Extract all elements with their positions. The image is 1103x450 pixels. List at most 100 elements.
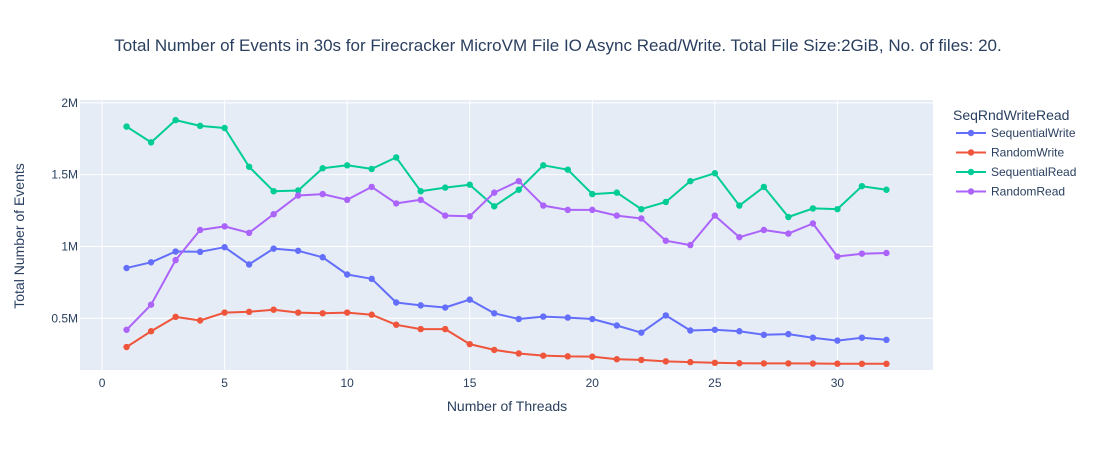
data-point-RandomWrite[interactable]: [638, 356, 645, 364]
data-point-SequentialWrite[interactable]: [883, 336, 890, 344]
data-point-SequentialWrite[interactable]: [319, 254, 326, 261]
data-point-SequentialWrite[interactable]: [442, 304, 449, 311]
plot-area[interactable]: 0 5 10 15 20 25 30 0.5M 1M 1.5M 2M: [51, 96, 933, 390]
data-point-SequentialWrite[interactable]: [711, 326, 719, 333]
data-point-RandomWrite[interactable]: [736, 360, 743, 367]
data-point-RandomRead[interactable]: [540, 202, 547, 209]
data-point-RandomRead[interactable]: [760, 226, 768, 234]
data-point-RandomRead[interactable]: [613, 212, 621, 219]
data-point-RandomRead[interactable]: [123, 326, 130, 333]
data-point-RandomRead[interactable]: [638, 215, 645, 222]
legend[interactable]: SeqRndWriteRead SequentialWrite RandomWri…: [953, 107, 1076, 199]
data-point-SequentialWrite[interactable]: [343, 271, 351, 278]
data-point-RandomRead[interactable]: [711, 212, 719, 219]
data-point-SequentialRead[interactable]: [442, 184, 449, 191]
data-point-SequentialWrite[interactable]: [270, 245, 277, 252]
data-point-SequentialWrite[interactable]: [123, 264, 130, 272]
data-point-SequentialRead[interactable]: [736, 202, 743, 209]
data-point-SequentialWrite[interactable]: [221, 244, 228, 251]
data-point-SequentialRead[interactable]: [785, 213, 792, 221]
data-point-SequentialRead[interactable]: [834, 205, 841, 213]
data-point-RandomRead[interactable]: [392, 200, 400, 207]
data-point-RandomRead[interactable]: [368, 183, 375, 191]
data-point-RandomWrite[interactable]: [294, 309, 302, 316]
data-point-RandomRead[interactable]: [785, 230, 792, 237]
data-point-SequentialWrite[interactable]: [417, 302, 424, 309]
data-point-SequentialRead[interactable]: [564, 166, 571, 173]
data-point-RandomRead[interactable]: [564, 206, 571, 214]
data-point-SequentialRead[interactable]: [466, 181, 473, 188]
data-point-RandomRead[interactable]: [343, 196, 351, 204]
data-point-RandomRead[interactable]: [442, 212, 449, 219]
data-point-RandomWrite[interactable]: [613, 356, 621, 363]
data-point-RandomRead[interactable]: [809, 220, 817, 227]
data-point-SequentialRead[interactable]: [123, 123, 130, 130]
data-point-SequentialWrite[interactable]: [638, 329, 645, 336]
data-point-RandomRead[interactable]: [221, 223, 228, 230]
data-point-SequentialWrite[interactable]: [540, 313, 547, 320]
data-point-RandomWrite[interactable]: [662, 358, 670, 365]
data-point-SequentialWrite[interactable]: [368, 275, 375, 283]
data-point-SequentialWrite[interactable]: [564, 314, 571, 321]
data-point-SequentialRead[interactable]: [417, 187, 424, 195]
data-point-RandomRead[interactable]: [858, 250, 866, 257]
data-point-SequentialWrite[interactable]: [245, 261, 253, 268]
data-point-RandomRead[interactable]: [319, 190, 326, 198]
data-point-SequentialRead[interactable]: [883, 186, 890, 193]
data-point-RandomWrite[interactable]: [221, 309, 228, 316]
data-point-SequentialRead[interactable]: [392, 154, 400, 161]
data-point-RandomWrite[interactable]: [883, 360, 890, 368]
data-point-RandomWrite[interactable]: [368, 311, 375, 318]
data-point-SequentialWrite[interactable]: [515, 315, 522, 323]
data-point-RandomWrite[interactable]: [442, 325, 449, 333]
data-point-RandomRead[interactable]: [172, 256, 179, 264]
data-point-SequentialRead[interactable]: [221, 124, 228, 132]
data-point-RandomRead[interactable]: [245, 229, 253, 237]
data-point-RandomRead[interactable]: [417, 196, 424, 204]
data-point-SequentialRead[interactable]: [540, 162, 547, 169]
data-point-SequentialWrite[interactable]: [662, 312, 670, 319]
data-point-SequentialWrite[interactable]: [589, 315, 596, 323]
data-point-SequentialWrite[interactable]: [760, 331, 768, 339]
data-point-SequentialRead[interactable]: [319, 165, 326, 172]
data-point-RandomWrite[interactable]: [564, 353, 571, 360]
data-point-RandomRead[interactable]: [294, 192, 302, 199]
legend-item-RandomWrite[interactable]: RandomWrite: [956, 146, 1064, 160]
data-point-RandomRead[interactable]: [196, 226, 204, 234]
data-point-SequentialRead[interactable]: [858, 182, 866, 190]
data-point-SequentialRead[interactable]: [809, 205, 817, 212]
data-point-SequentialWrite[interactable]: [687, 327, 694, 334]
data-point-RandomWrite[interactable]: [466, 340, 473, 348]
data-point-SequentialWrite[interactable]: [736, 328, 743, 335]
data-point-SequentialRead[interactable]: [172, 116, 179, 124]
data-point-RandomWrite[interactable]: [858, 360, 866, 368]
data-point-SequentialWrite[interactable]: [858, 334, 866, 341]
data-point-SequentialRead[interactable]: [196, 122, 204, 130]
data-point-SequentialWrite[interactable]: [785, 330, 792, 338]
data-point-SequentialRead[interactable]: [343, 162, 351, 169]
data-point-RandomRead[interactable]: [736, 233, 743, 241]
data-point-RandomRead[interactable]: [270, 210, 277, 218]
data-point-SequentialWrite[interactable]: [294, 247, 302, 254]
legend-item-SequentialRead[interactable]: SequentialRead: [956, 165, 1076, 179]
data-point-SequentialWrite[interactable]: [172, 248, 179, 255]
data-point-SequentialRead[interactable]: [491, 203, 498, 210]
data-point-SequentialWrite[interactable]: [466, 296, 473, 303]
data-point-SequentialRead[interactable]: [270, 187, 277, 195]
data-point-SequentialRead[interactable]: [245, 163, 253, 170]
data-point-RandomWrite[interactable]: [687, 358, 694, 366]
data-point-SequentialWrite[interactable]: [809, 334, 817, 341]
data-point-RandomWrite[interactable]: [834, 360, 841, 367]
data-point-SequentialRead[interactable]: [147, 139, 155, 146]
data-point-SequentialWrite[interactable]: [392, 299, 400, 306]
data-point-RandomRead[interactable]: [662, 237, 670, 244]
data-point-SequentialRead[interactable]: [638, 205, 645, 213]
data-point-RandomWrite[interactable]: [785, 360, 792, 367]
data-point-RandomWrite[interactable]: [491, 346, 498, 354]
data-point-SequentialRead[interactable]: [515, 186, 522, 193]
data-point-SequentialRead[interactable]: [711, 170, 719, 177]
data-point-SequentialRead[interactable]: [760, 183, 768, 191]
data-point-SequentialRead[interactable]: [613, 189, 621, 196]
data-point-RandomRead[interactable]: [834, 253, 841, 260]
data-point-SequentialRead[interactable]: [662, 198, 670, 206]
